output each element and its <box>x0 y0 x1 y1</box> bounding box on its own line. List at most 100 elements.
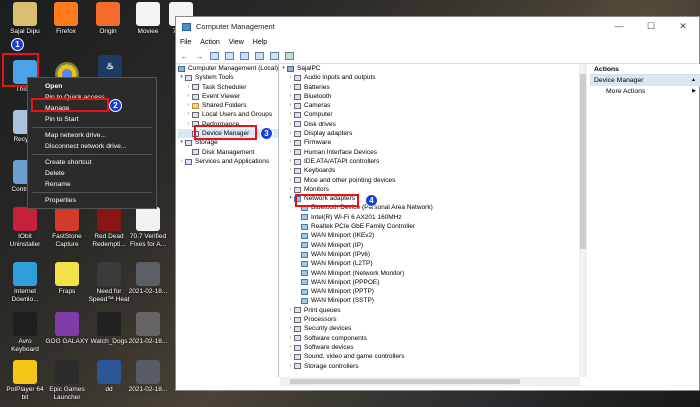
shortcut-label: Internet Downlo... <box>11 288 39 303</box>
tree-system-tools[interactable]: ▾ System Tools <box>178 73 278 82</box>
desktop-shortcut[interactable]: Fraps <box>44 262 90 296</box>
refresh-icon[interactable] <box>269 51 280 61</box>
tree-disk-management[interactable]: Disk Management <box>178 148 278 157</box>
more-actions[interactable]: More Actions ▶ <box>590 86 700 97</box>
show-hide-tree-icon[interactable] <box>224 51 235 61</box>
device-category[interactable]: › Disk drives <box>280 120 583 129</box>
network-adapter-item[interactable]: Realtek PCIe GbE Family Controller <box>280 222 583 231</box>
menu-view[interactable]: View <box>229 39 244 46</box>
desktop-shortcut[interactable]: Sajal Dipu <box>2 2 48 36</box>
shortcut-label: PotPlayer 64 bit <box>6 386 44 401</box>
tree-shared-folders[interactable]: › Shared Folders <box>178 101 278 110</box>
menu-action[interactable]: Action <box>200 39 219 46</box>
ctx-map-drive[interactable]: Map network drive... <box>28 130 156 141</box>
device-category[interactable]: › Storage controllers <box>280 362 583 371</box>
network-adapter-item[interactable]: WAN Miniport (L2TP) <box>280 259 583 268</box>
properties-icon[interactable] <box>239 51 250 61</box>
desktop-shortcut[interactable]: FastStone Capture <box>44 207 90 248</box>
network-adapter-item[interactable]: WAN Miniport (SSTP) <box>280 296 583 305</box>
ctx-rename[interactable]: Rename <box>28 179 156 190</box>
tree-computer-management[interactable]: Computer Management (Local) <box>178 64 278 73</box>
device-label: WAN Miniport (PPTP) <box>311 288 374 296</box>
device-category[interactable]: › Firmware <box>280 138 583 147</box>
menu-help[interactable]: Help <box>253 39 267 46</box>
device-category[interactable]: › IDE ATA/ATAPI controllers <box>280 157 583 166</box>
scan-hardware-icon[interactable] <box>284 51 295 61</box>
device-category[interactable]: › Sound, video and game controllers <box>280 352 583 361</box>
device-category[interactable]: › Keyboards <box>280 166 583 175</box>
ctx-properties[interactable]: Properties <box>28 195 156 206</box>
device-category[interactable]: › Software components <box>280 334 583 343</box>
device-category[interactable]: › Audio inputs and outputs <box>280 73 583 82</box>
desktop-shortcut[interactable]: Internet Downlo... <box>2 262 48 303</box>
menu-file[interactable]: File <box>180 39 191 46</box>
device-category[interactable]: › Security devices <box>280 324 583 333</box>
device-category[interactable]: › Print queues <box>280 306 583 315</box>
device-category[interactable]: › Cameras <box>280 101 583 110</box>
network-adapter-item[interactable]: WAN Miniport (IP) <box>280 241 583 250</box>
actions-device-manager[interactable]: Device Manager ▲ <box>590 75 700 86</box>
network-adapter-item[interactable]: WAN Miniport (IPv6) <box>280 250 583 259</box>
desktop-shortcut[interactable]: 2021-02-18... <box>125 312 171 346</box>
forward-arrow-icon[interactable]: → <box>194 51 205 61</box>
desktop-shortcut[interactable]: GOG GALAXY <box>44 312 90 346</box>
tree-task-scheduler[interactable]: › Task Scheduler <box>178 83 278 92</box>
device-category[interactable]: › Bluetooth <box>280 92 583 101</box>
network-adapter-item[interactable]: WAN Miniport (IKEv2) <box>280 231 583 240</box>
device-root[interactable]: ▾ SajalPC <box>280 64 583 73</box>
shortcut-icon <box>13 262 37 286</box>
desktop-shortcut[interactable]: 2021-02-18... <box>125 262 171 296</box>
ctx-delete[interactable]: Delete <box>28 168 156 179</box>
shortcut-label: GOG GALAXY <box>45 338 89 345</box>
up-folder-icon[interactable] <box>209 51 220 61</box>
device-category[interactable]: › Human Interface Devices <box>280 148 583 157</box>
maximize-button[interactable]: ☐ <box>635 21 667 32</box>
horizontal-scrollbar[interactable] <box>280 377 580 386</box>
tree-services-apps[interactable]: › Services and Applications <box>178 157 278 166</box>
hscroll-thumb[interactable] <box>290 379 520 384</box>
device-category[interactable]: › Display adapters <box>280 129 583 138</box>
ctx-disconnect-drive[interactable]: Disconnect network drive... <box>28 141 156 152</box>
shortcut-label: IObit Uninstaller <box>9 233 41 248</box>
desktop-shortcut[interactable]: Avro Keyboard <box>2 312 48 353</box>
device-label: WAN Miniport (IPv6) <box>311 250 370 258</box>
desktop-shortcut[interactable]: Firefox <box>43 2 89 36</box>
ctx-create-shortcut[interactable]: Create shortcut <box>28 157 156 168</box>
device-category-icon <box>294 130 301 137</box>
scroll-thumb[interactable] <box>580 74 586 249</box>
desktop-shortcut[interactable]: 2021-02-18... <box>125 360 171 394</box>
device-categories-more: › Print queues › Processors › Security device… <box>280 306 583 371</box>
device-category[interactable]: › Computer <box>280 110 583 119</box>
network-adapter-list: Bluetooth Device (Personal Area Network)… <box>280 203 583 305</box>
desktop-shortcut[interactable]: 70.7 Verified Fixes for A... <box>125 207 171 248</box>
ctx-pin-start[interactable]: Pin to Start <box>28 114 156 125</box>
desktop-shortcut[interactable]: PotPlayer 64 bit <box>2 360 48 401</box>
tree-event-viewer[interactable]: › Event Viewer <box>178 92 278 101</box>
network-adapter-item[interactable]: WAN Miniport (PPTP) <box>280 287 583 296</box>
device-category[interactable]: › Processors <box>280 315 583 324</box>
desktop-shortcut[interactable]: Epic Games Launcher <box>44 360 90 401</box>
back-arrow-icon[interactable]: ← <box>179 51 190 61</box>
expand-arrow-icon: › <box>289 316 292 323</box>
vertical-scrollbar[interactable] <box>579 64 587 377</box>
device-category[interactable]: › Monitors <box>280 185 583 194</box>
device-category-icon <box>294 325 301 332</box>
tree-local-users[interactable]: › Local Users and Groups <box>178 110 278 119</box>
ctx-open[interactable]: Open <box>28 81 156 92</box>
close-button[interactable]: ✕ <box>667 21 699 32</box>
desktop-shortcut[interactable]: IObit Uninstaller <box>2 207 48 248</box>
device-label: Display adapters <box>304 130 353 138</box>
device-category[interactable]: › Software devices <box>280 343 583 352</box>
help-icon[interactable] <box>254 51 265 61</box>
network-adapter-icon <box>301 260 308 267</box>
minimize-button[interactable]: — <box>603 21 635 32</box>
network-adapter-item[interactable]: WAN Miniport (PPPOE) <box>280 278 583 287</box>
network-adapter-item[interactable]: Intel(R) Wi-Fi 6 AX201 160MHz <box>280 213 583 222</box>
ctx-separator <box>32 192 152 193</box>
folder-icon <box>192 102 199 109</box>
network-adapter-item[interactable]: WAN Miniport (Network Monitor) <box>280 269 583 278</box>
device-category[interactable]: › Mice and other pointing devices <box>280 176 583 185</box>
device-category-icon <box>294 335 301 342</box>
device-category-icon <box>294 102 301 109</box>
device-category[interactable]: › Batteries <box>280 83 583 92</box>
